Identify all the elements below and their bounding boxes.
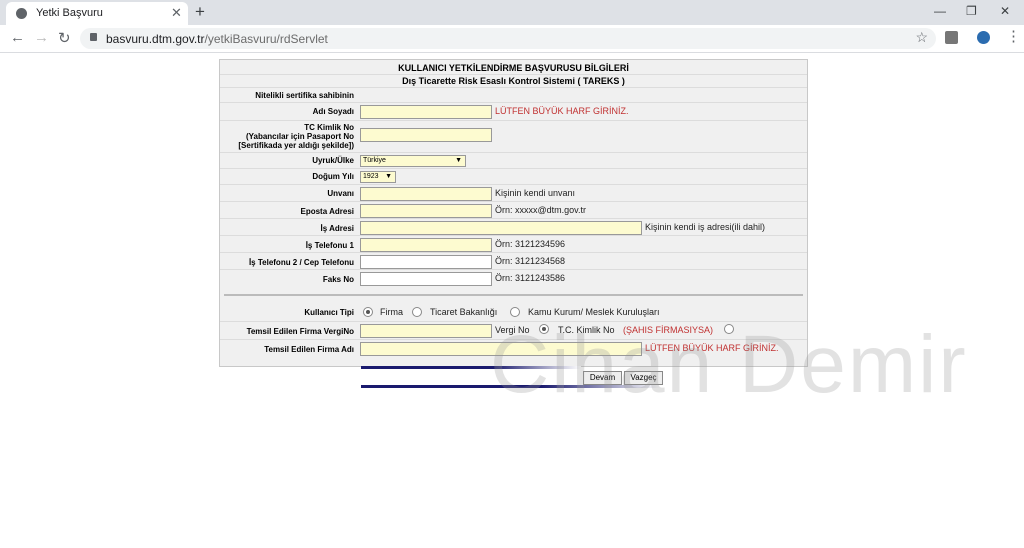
- is-adresi-label: İş Adresi: [320, 224, 355, 233]
- vergi-input[interactable]: [360, 324, 492, 338]
- minimize-icon[interactable]: —: [934, 4, 946, 18]
- cast-icon[interactable]: [945, 31, 958, 44]
- firma-adi-label: Temsil Edilen Firma Adı: [264, 345, 354, 354]
- reload-icon[interactable]: ↻: [58, 29, 71, 47]
- eposta-input[interactable]: [360, 204, 492, 218]
- tc-label-3: [Sertifikada yer aldığı şekilde]): [238, 141, 354, 150]
- eposta-note: Örn: xxxxx@dtm.gov.tr: [495, 205, 586, 215]
- tab-close-icon[interactable]: ✕: [171, 5, 182, 21]
- tip-kamu-label: Kamu Kurum/ Meslek Kuruluşları: [528, 307, 660, 317]
- back-icon[interactable]: ←: [10, 29, 25, 46]
- dogum-value: 1923: [363, 173, 379, 180]
- is-tel1-label: İş Telefonu 1: [305, 241, 354, 250]
- url-path: /yetkiBasvuru/rdServlet: [204, 32, 328, 46]
- is-tel1-input[interactable]: [360, 238, 492, 252]
- is-tel2-label: İş Telefonu 2 / Cep Telefonu: [248, 258, 354, 267]
- url-input[interactable]: basvuru.dtm.gov.tr/yetkiBasvuru/rdServle…: [80, 28, 936, 49]
- bookmark-star-icon[interactable]: ☆: [915, 29, 928, 46]
- eposta-label: Eposta Adresi: [300, 207, 355, 216]
- is-tel2-input[interactable]: [360, 255, 492, 269]
- faks-note: Örn: 3121243586: [495, 273, 566, 283]
- unvan-input[interactable]: [360, 187, 492, 201]
- tc-label-2: (Yabancılar için Pasaport No: [245, 132, 354, 141]
- unvan-label: Unvanı: [327, 189, 354, 198]
- tab-title: Yetki Başvuru: [36, 7, 103, 19]
- tip-kamu-radio[interactable]: [510, 307, 520, 317]
- tip-bakanlik-radio[interactable]: [412, 307, 422, 317]
- dogum-select[interactable]: 1923 ▼: [360, 171, 396, 183]
- globe-icon: [16, 8, 27, 19]
- is-adresi-note: Kişinin kendi iş adresi(ili dahil): [645, 222, 766, 232]
- tip-firma-label: Firma: [380, 307, 403, 317]
- new-tab-button[interactable]: +: [195, 2, 205, 22]
- uyruk-value: Türkiye: [363, 157, 386, 164]
- uyruk-select[interactable]: Türkiye ▼: [360, 155, 466, 167]
- menu-icon[interactable]: ⋮: [1006, 27, 1021, 45]
- faks-input[interactable]: [360, 272, 492, 286]
- dogum-label: Doğum Yılı: [312, 172, 354, 181]
- address-bar: ← → ↻ basvuru.dtm.gov.tr/yetkiBasvuru/rd…: [0, 25, 1024, 53]
- lock-icon: [90, 33, 97, 41]
- tc-label-1: TC Kimlik No: [304, 123, 354, 132]
- is-tel2-note: Örn: 3121234568: [495, 256, 566, 266]
- uyruk-label: Uyruk/Ülke: [312, 156, 354, 165]
- ad-soyad-label: Adı Soyadı: [312, 107, 354, 116]
- dropdown-arrow-icon: ▼: [385, 173, 392, 180]
- form-title: KULLANICI YETKİLENDİRME BAŞVURUSU BİLGİL…: [398, 63, 629, 73]
- restore-icon[interactable]: ❐: [966, 4, 977, 18]
- dropdown-arrow-icon: ▼: [455, 157, 462, 164]
- forward-icon[interactable]: →: [34, 29, 49, 46]
- tab-yetki-basvuru[interactable]: Yetki Başvuru ✕: [6, 2, 188, 25]
- is-tel1-note: Örn: 3121234596: [495, 239, 566, 249]
- tc-kimlik-input[interactable]: [360, 128, 492, 142]
- divider: [224, 294, 803, 296]
- is-adresi-input[interactable]: [360, 221, 642, 235]
- watermark: Cihan Demir: [490, 319, 968, 410]
- ad-soyad-input[interactable]: [360, 105, 492, 119]
- ad-soyad-note: LÜTFEN BÜYÜK HARF GİRİNİZ.: [495, 106, 629, 116]
- kullanici-tipi-label: Kullanıcı Tipi: [304, 308, 354, 317]
- tip-firma-radio[interactable]: [363, 307, 373, 317]
- vergi-label: Temsil Edilen Firma VergiNo: [246, 327, 354, 336]
- section-label: Nitelikli sertifika sahibinin: [255, 91, 354, 100]
- profile-avatar[interactable]: [977, 31, 990, 44]
- unvan-note: Kişinin kendi unvanı: [495, 188, 576, 198]
- tip-bakanlik-label: Ticaret Bakanlığı: [430, 307, 498, 317]
- form-subtitle: Dış Ticarette Risk Esaslı Kontrol Sistem…: [402, 76, 625, 86]
- url-domain: basvuru.dtm.gov.tr: [106, 32, 205, 46]
- faks-label: Faks No: [322, 275, 354, 284]
- tab-bar: Yetki Başvuru ✕ + — ❐ ✕: [0, 0, 1024, 25]
- close-window-icon[interactable]: ✕: [1000, 4, 1010, 18]
